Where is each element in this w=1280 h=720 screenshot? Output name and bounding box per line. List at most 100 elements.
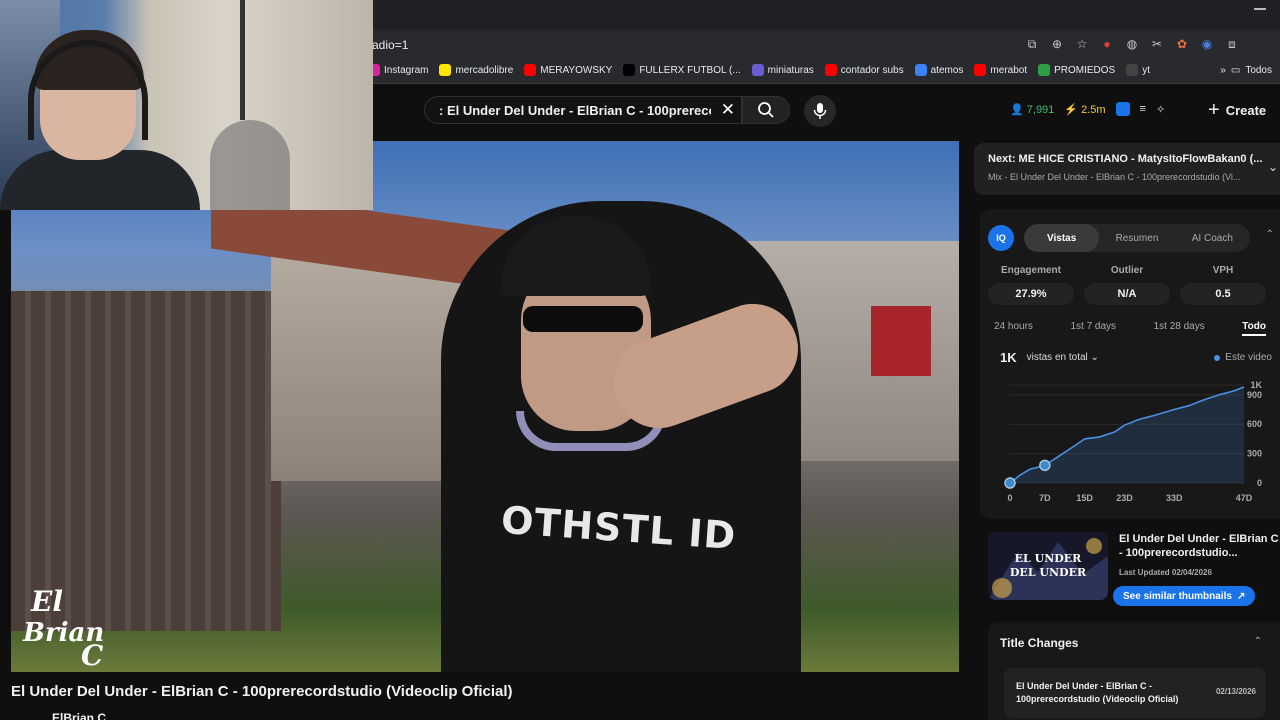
iq-extension-icon[interactable]: [1115, 102, 1130, 116]
y-tick-label: 600: [1247, 419, 1262, 429]
bookmark-item[interactable]: FULLERX FUTBOL (...: [623, 64, 741, 76]
svg-text:El: El: [30, 585, 63, 618]
metric-label: VPH: [1212, 265, 1234, 276]
legend-dot: [1214, 354, 1221, 361]
title-changes-heading: Title Changes: [1000, 636, 1079, 650]
bookmark-label: miniaturas: [767, 64, 814, 76]
bookmark-label: yt: [1142, 64, 1151, 76]
bookmark-favicon-icon: [914, 64, 927, 76]
autoplay-next-card[interactable]: Next: ME HICE CRISTIANO - MatysItoFlowBa…: [974, 143, 1280, 195]
tab-vistas[interactable]: Vistas: [1024, 224, 1100, 252]
extension-blue-icon[interactable]: ◉: [1199, 36, 1215, 52]
y-tick-label: 0: [1257, 478, 1262, 488]
thumbnail-video-title: El Under Del Under - ElBrian C - 100prer…: [1119, 533, 1279, 559]
video-thumbnail[interactable]: EL UNDER DEL UNDER: [988, 532, 1108, 600]
all-bookmarks-button[interactable]: » ▭ Todos: [1220, 65, 1272, 76]
webcam-overlay: [0, 0, 373, 210]
title-change-row: El Under Del Under - ElBrian C - 100prer…: [1004, 668, 1266, 718]
minimize-icon[interactable]: [1254, 8, 1266, 10]
metric-value: 0.5: [1180, 283, 1266, 305]
range-first-28-days[interactable]: 1st 28 days: [1154, 321, 1205, 336]
x-tick-label: 7D: [1039, 493, 1051, 503]
chevron-down-icon[interactable]: ⌄: [1268, 160, 1278, 174]
views-chart: 0 300 600 9001K 0 7D 15D 23D 33D 47D: [1004, 380, 1262, 503]
x-tick-label: 23D: [1116, 493, 1133, 503]
bookmark-favicon-icon: [439, 64, 452, 76]
day-marker: [1039, 459, 1051, 472]
next-mix-subtitle: Mix - El Under Del Under - ElBrian C - 1…: [988, 172, 1241, 182]
extension-orange-icon[interactable]: ✿: [1174, 36, 1190, 52]
bookmark-favicon-icon: [524, 64, 537, 76]
metric-value: 27.9%: [988, 283, 1074, 305]
bookmark-favicon-icon: [824, 64, 837, 76]
bookmark-item[interactable]: MERAYOWSKY: [524, 64, 612, 76]
y-tick-label: 900: [1247, 390, 1262, 400]
create-button[interactable]: + Create: [1198, 96, 1276, 124]
metric-label: Engagement: [1000, 265, 1061, 276]
search-button[interactable]: [742, 96, 790, 124]
bookmark-item[interactable]: yt: [1126, 64, 1150, 76]
extension-globe-icon[interactable]: ◍: [1124, 36, 1140, 52]
thumbnail-art: EL UNDER DEL UNDER: [988, 532, 1108, 600]
bookmark-item[interactable]: mercadolibre: [439, 64, 513, 76]
zoom-icon[interactable]: ⊕: [1049, 36, 1065, 52]
bookmark-item[interactable]: merabot: [974, 64, 1027, 76]
bookmark-label: Instagram: [384, 64, 429, 76]
svg-text:EL UNDER: EL UNDER: [1015, 552, 1083, 565]
notification-list-icon[interactable]: ≡: [1140, 103, 1146, 115]
x-tick-label: 15D: [1076, 493, 1093, 503]
search-query[interactable]: : El Under Del Under - ElBrian C - 100pr…: [439, 103, 711, 118]
tools-icon[interactable]: ✧: [1156, 103, 1165, 116]
channel-name[interactable]: ElBrian C: [52, 711, 106, 720]
svg-text:C: C: [81, 639, 104, 667]
bookmark-item[interactable]: atemos: [914, 64, 964, 76]
bookmark-label: PROMIEDOS: [1054, 64, 1116, 76]
search-icon: [758, 102, 774, 118]
star-icon[interactable]: ☆: [1074, 36, 1090, 52]
bookmark-favicon-icon: [623, 64, 636, 76]
views-stat: ⚡ 2.5m: [1064, 103, 1106, 116]
last-updated: Last Updated 02/04/2026: [1119, 568, 1212, 577]
bookmark-item[interactable]: Instagram: [368, 64, 428, 76]
see-similar-thumbnails-button[interactable]: See similar thumbnails ↗: [1113, 586, 1256, 606]
range-todo[interactable]: Todo: [1242, 321, 1266, 336]
url-text[interactable]: adio=1: [372, 38, 408, 52]
collapse-chevron-icon[interactable]: ⌃: [1266, 229, 1274, 240]
open-in-app-icon[interactable]: ⧉: [1024, 36, 1040, 52]
bookmark-list: Instagram mercadolibre MERAYOWSKY FULLERX F…: [368, 64, 1150, 76]
webcam-shadow: [210, 120, 290, 210]
bookmark-favicon-icon: [1038, 64, 1051, 76]
extensions-puzzle-icon[interactable]: ⧈: [1224, 36, 1240, 52]
tab-resumen[interactable]: Resumen: [1099, 224, 1174, 252]
bookmark-item[interactable]: PROMIEDOS: [1038, 64, 1115, 76]
next-video-title[interactable]: Next: ME HICE CRISTIANO - MatysItoFlowBa…: [988, 153, 1262, 165]
video-red-window: [871, 306, 931, 376]
collapse-chevron-icon[interactable]: ⌃: [1254, 636, 1262, 647]
thumbnail-card: EL UNDER DEL UNDER El Under Del Under - …: [988, 530, 1280, 606]
extension-scissor-icon[interactable]: ✂: [1149, 36, 1165, 52]
views-metric-dropdown[interactable]: vistas en total ⌄: [1027, 352, 1099, 363]
range-24-hours[interactable]: 24 hours: [994, 321, 1033, 336]
bookmark-label: atemos: [930, 64, 964, 76]
y-tick-label: 1K: [1250, 380, 1262, 390]
extension-red-icon[interactable]: ●: [1099, 36, 1115, 52]
video-player[interactable]: OTHSTL ID El Brian C: [11, 141, 959, 672]
more-chevron-icon[interactable]: »: [1220, 65, 1226, 76]
bookmark-item[interactable]: contador subs: [824, 64, 904, 76]
bookmark-label: MERAYOWSKY: [540, 64, 613, 76]
voice-search-button[interactable]: [804, 95, 836, 127]
clear-search-icon[interactable]: ✕: [721, 100, 735, 120]
bookmark-item[interactable]: miniaturas: [751, 64, 814, 76]
total-views: 1K vistas en total ⌄: [1000, 350, 1099, 365]
svg-text:DEL UNDER: DEL UNDER: [1010, 566, 1087, 579]
metric-engagement: Engagement 27.9%: [988, 265, 1074, 305]
search-input[interactable]: : El Under Del Under - ElBrian C - 100pr…: [424, 96, 742, 124]
webcam-pole: [240, 0, 245, 120]
address-bar-icons: ⧉ ⊕ ☆ ● ◍ ✂ ✿ ◉ ⧈: [1024, 36, 1240, 52]
subscriber-stat: 👤 7,991: [1010, 103, 1055, 116]
range-first-7-days[interactable]: 1st 7 days: [1070, 321, 1116, 336]
bookmark-label: merabot: [990, 64, 1028, 76]
title-changes-panel: Title Changes ⌃ El Under Del Under - ElB…: [988, 622, 1280, 720]
screen: adio=1 ⧉ ⊕ ☆ ● ◍ ✂ ✿ ◉ ⧈ Instagram mercad…: [0, 0, 1280, 720]
tab-ai-coach[interactable]: AI Coach: [1175, 224, 1250, 252]
